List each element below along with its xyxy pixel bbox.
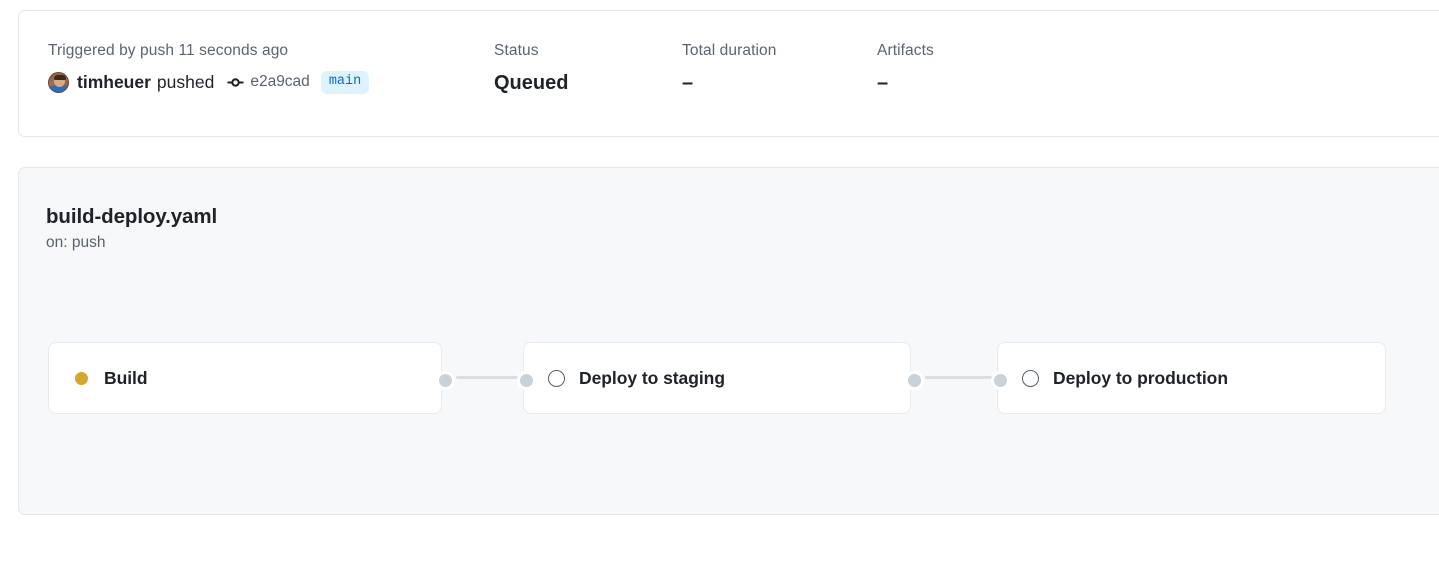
trigger-actor-row: timheuer pushed e2a9cad main: [48, 68, 370, 96]
status-value: Queued: [494, 72, 569, 94]
job-label-build: Build: [104, 367, 148, 388]
job-node-deploy-to-staging[interactable]: Deploy to staging: [523, 342, 911, 414]
commit-sha[interactable]: e2a9cad: [250, 73, 309, 91]
connector-line-build-to-staging: [456, 376, 521, 379]
branch-badge[interactable]: main: [320, 70, 370, 94]
neutral-circle-icon: [547, 369, 565, 387]
neutral-circle-shape: [1021, 369, 1039, 387]
run-summary-card: Triggered by push 11 seconds ago timheue…: [18, 10, 1439, 137]
status-label: Status: [494, 42, 539, 59]
connector-dot-production-input: [991, 371, 1010, 390]
connector-dot-staging-output: [905, 371, 924, 390]
job-node-build[interactable]: Build: [48, 342, 442, 414]
actor-name[interactable]: timheuer: [77, 72, 151, 93]
duration-value: –: [682, 72, 694, 94]
artifacts-column: Artifacts –: [877, 41, 934, 96]
trigger-action-text: pushed: [156, 71, 215, 92]
trigger-label: Triggered by push 11 seconds ago: [48, 42, 289, 59]
run-summary-grid: Triggered by push 11 seconds ago timheue…: [19, 11, 1439, 136]
trigger-column: Triggered by push 11 seconds ago timheue…: [48, 41, 370, 96]
connector-dot-staging-input: [517, 371, 536, 390]
connector-dot-build-output: [436, 371, 455, 390]
neutral-circle-shape: [547, 369, 565, 387]
neutral-circle-icon: [1021, 369, 1039, 387]
duration-label: Total duration: [682, 42, 777, 59]
job-label-deploy-to-staging: Deploy to staging: [579, 367, 725, 388]
status-column: Status Queued: [494, 41, 568, 96]
git-commit-icon: [227, 74, 245, 91]
pending-dot-shape: [74, 371, 88, 385]
connector-line-staging-to-production: [925, 376, 995, 379]
avatar-hair: [53, 74, 66, 80]
workflow-graph-card: build-deploy.yaml on: push Build Deploy …: [18, 167, 1439, 515]
workflow-nodes-layer: Build Deploy to staging Deploy to produc…: [19, 168, 1439, 514]
pending-dot-icon: [72, 369, 90, 387]
artifacts-label: Artifacts: [877, 42, 934, 59]
avatar[interactable]: [48, 71, 69, 93]
artifacts-value: –: [877, 72, 889, 94]
job-label-deploy-to-production: Deploy to production: [1053, 367, 1228, 388]
job-node-deploy-to-production[interactable]: Deploy to production: [997, 342, 1386, 414]
duration-column: Total duration –: [682, 41, 776, 96]
